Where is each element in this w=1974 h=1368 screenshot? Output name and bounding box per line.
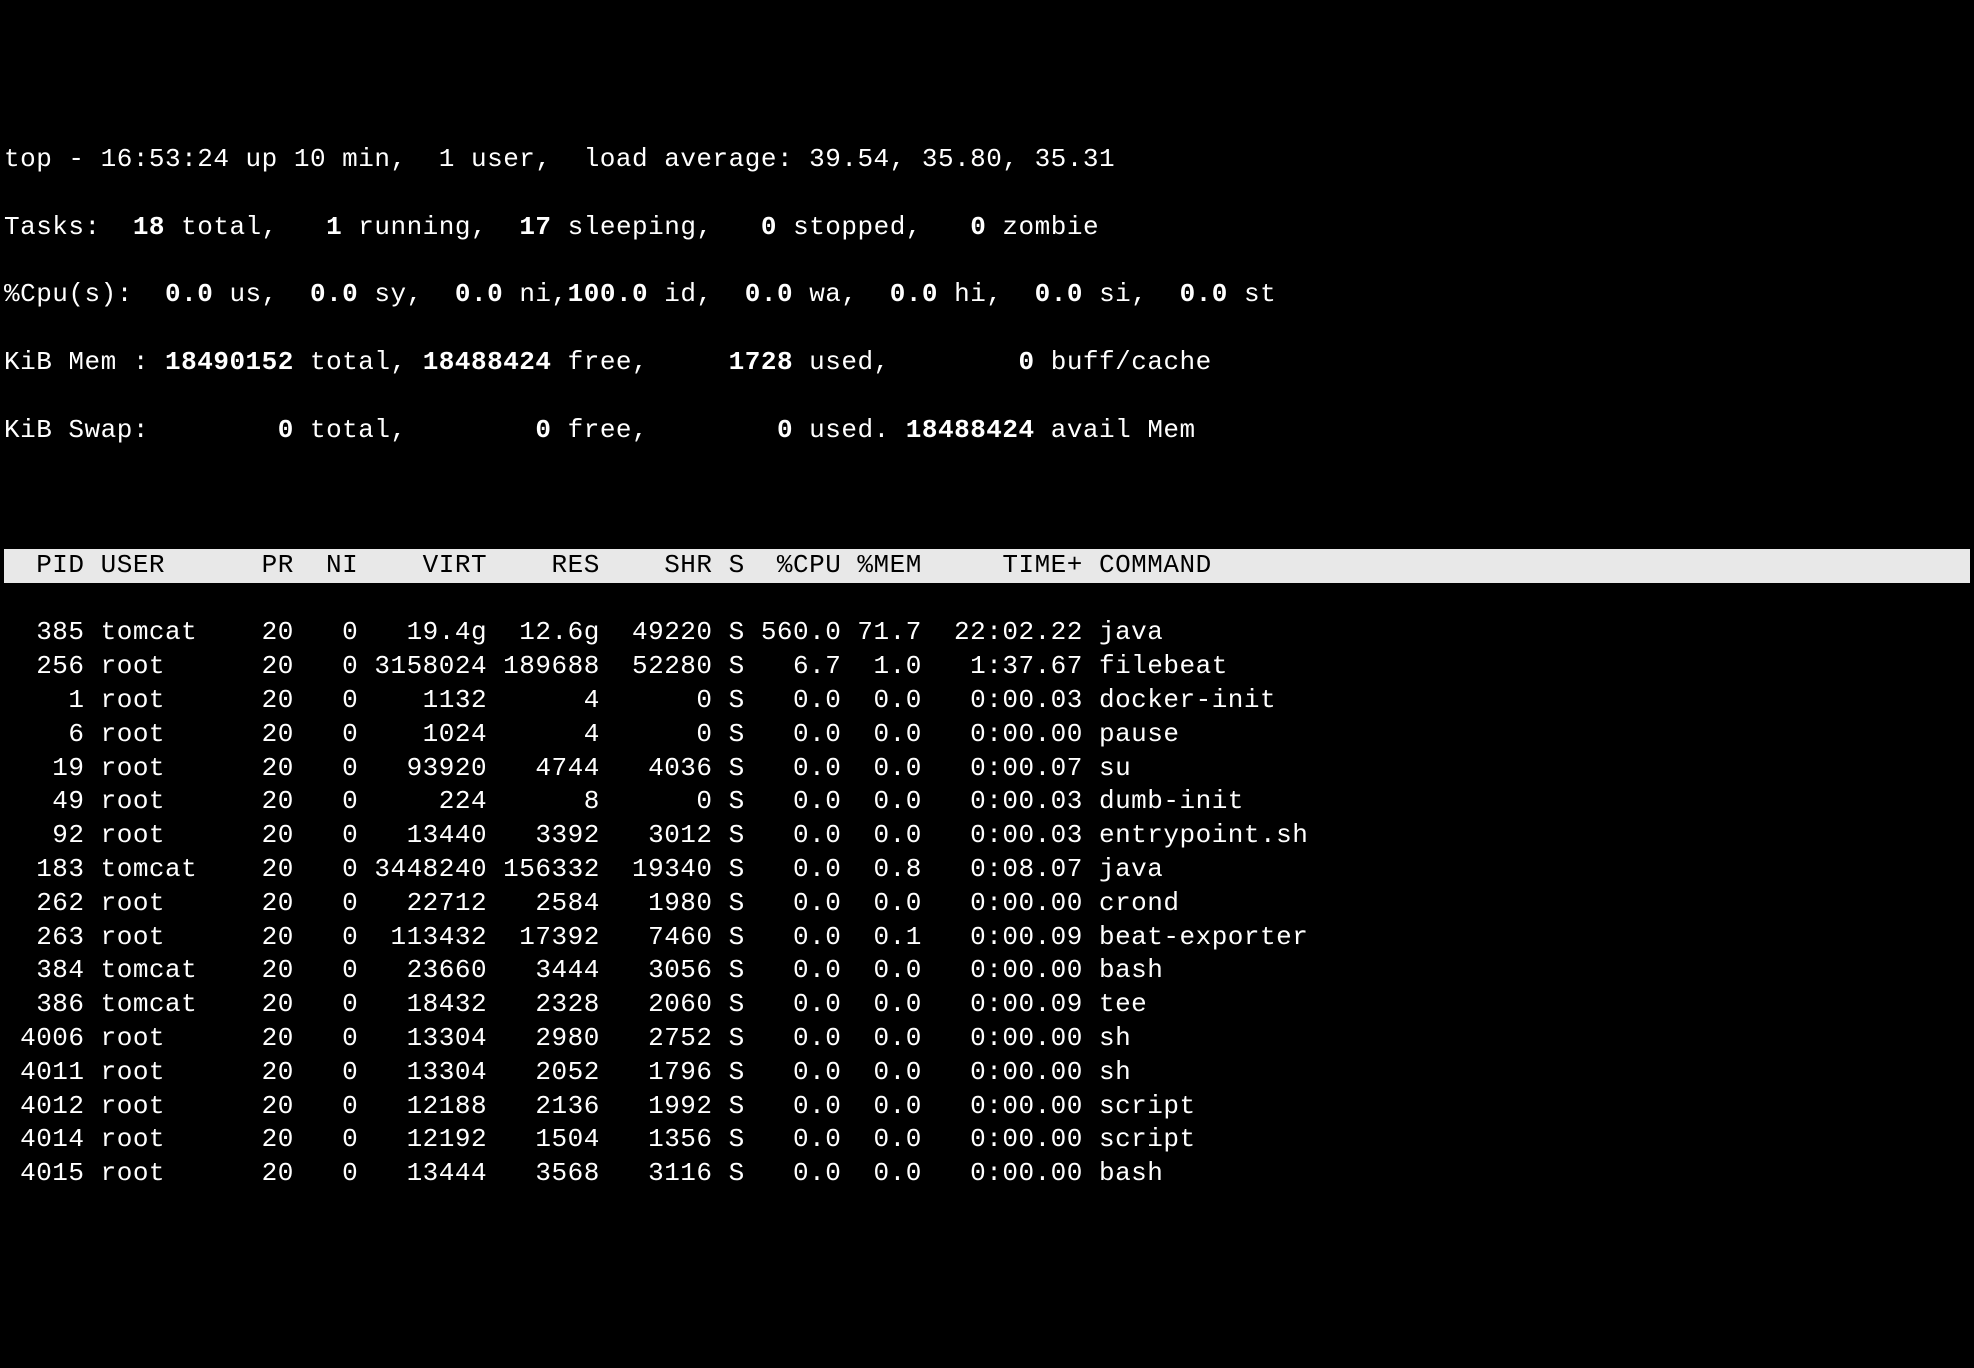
process-row[interactable]: 384 tomcat 20 0 23660 3444 3056 S 0.0 0.… — [4, 954, 1970, 988]
mem-line: KiB Mem : 18490152 total, 18488424 free,… — [4, 346, 1970, 380]
process-row[interactable]: 263 root 20 0 113432 17392 7460 S 0.0 0.… — [4, 921, 1970, 955]
process-row[interactable]: 6 root 20 0 1024 4 0 S 0.0 0.0 0:00.00 p… — [4, 718, 1970, 752]
process-row[interactable]: 4014 root 20 0 12192 1504 1356 S 0.0 0.0… — [4, 1123, 1970, 1157]
process-row[interactable]: 4006 root 20 0 13304 2980 2752 S 0.0 0.0… — [4, 1022, 1970, 1056]
process-row[interactable]: 183 tomcat 20 0 3448240 156332 19340 S 0… — [4, 853, 1970, 887]
cpu-line: %Cpu(s): 0.0 us, 0.0 sy, 0.0 ni,100.0 id… — [4, 278, 1970, 312]
process-row[interactable]: 4012 root 20 0 12188 2136 1992 S 0.0 0.0… — [4, 1090, 1970, 1124]
swap-line: KiB Swap: 0 total, 0 free, 0 used. 18488… — [4, 414, 1970, 448]
process-row[interactable]: 1 root 20 0 1132 4 0 S 0.0 0.0 0:00.03 d… — [4, 684, 1970, 718]
tasks-line: Tasks: 18 total, 1 running, 17 sleeping,… — [4, 211, 1970, 245]
process-row[interactable]: 19 root 20 0 93920 4744 4036 S 0.0 0.0 0… — [4, 752, 1970, 786]
process-row[interactable]: 262 root 20 0 22712 2584 1980 S 0.0 0.0 … — [4, 887, 1970, 921]
process-row[interactable]: 49 root 20 0 224 8 0 S 0.0 0.0 0:00.03 d… — [4, 785, 1970, 819]
process-row[interactable]: 385 tomcat 20 0 19.4g 12.6g 49220 S 560.… — [4, 616, 1970, 650]
blank-line — [4, 481, 1970, 515]
process-row[interactable]: 4011 root 20 0 13304 2052 1796 S 0.0 0.0… — [4, 1056, 1970, 1090]
process-table-header[interactable]: PID USER PR NI VIRT RES SHR S %CPU %MEM … — [4, 549, 1970, 583]
process-row[interactable]: 92 root 20 0 13440 3392 3012 S 0.0 0.0 0… — [4, 819, 1970, 853]
process-row[interactable]: 386 tomcat 20 0 18432 2328 2060 S 0.0 0.… — [4, 988, 1970, 1022]
process-row[interactable]: 256 root 20 0 3158024 189688 52280 S 6.7… — [4, 650, 1970, 684]
process-row[interactable]: 4015 root 20 0 13444 3568 3116 S 0.0 0.0… — [4, 1157, 1970, 1191]
process-list[interactable]: 385 tomcat 20 0 19.4g 12.6g 49220 S 560.… — [4, 616, 1970, 1191]
top-summary-line: top - 16:53:24 up 10 min, 1 user, load a… — [4, 143, 1970, 177]
